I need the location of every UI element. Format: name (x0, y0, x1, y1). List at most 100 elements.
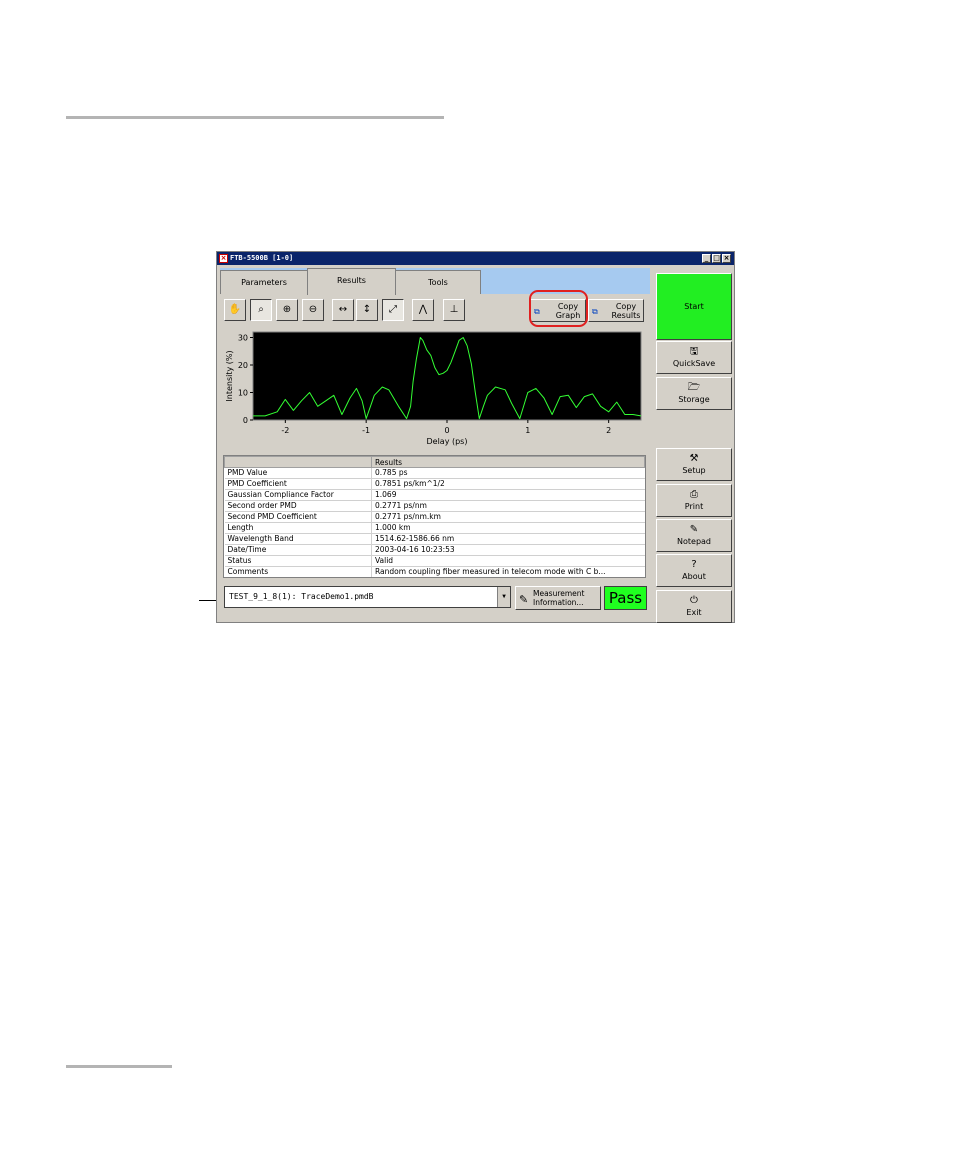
tools-icon: ⚒ (689, 453, 699, 464)
zoom-both-icon: ⤢ (389, 304, 397, 315)
bottom-panel: TEST_9_1_8(1): TraceDemo1.pmdB ▼ ✎ Measu… (221, 582, 647, 616)
about-label: About (682, 572, 706, 581)
plot-area (252, 331, 642, 421)
print-label: Print (684, 502, 704, 511)
table-row[interactable]: Second order PMD 0.2771 ps/nm (224, 500, 645, 512)
results-header-value: Results (371, 456, 645, 468)
zoom-in-tool[interactable]: ⊕ (276, 299, 298, 321)
table-row[interactable]: PMD Value 0.785 ps (224, 467, 645, 479)
about-icon: ? (691, 559, 697, 570)
result-value: 0.2771 ps/nm.km (371, 511, 645, 523)
x-axis-label: Delay (ps) (427, 437, 468, 446)
setup-label: Setup (682, 466, 706, 475)
full-view-icon: ⋀ (418, 304, 428, 315)
status-badge: Pass (604, 586, 647, 610)
result-label: Length (224, 522, 372, 534)
maximize-button[interactable]: □ (712, 254, 721, 263)
table-row[interactable]: Comments Random coupling fiber measured i… (224, 566, 645, 577)
copy-results-button[interactable]: ⧉ Copy Results (588, 299, 644, 322)
result-label: Date/Time (224, 544, 372, 556)
results-table: Results PMD Value 0.785 ps PMD Coefficient… (223, 455, 646, 578)
y-tick-label: 10 (238, 389, 248, 398)
start-button[interactable]: Start (656, 273, 732, 340)
copy-graph-highlight (529, 290, 588, 327)
y-tick-label: 30 (238, 334, 248, 343)
zoom-horizontal-tool[interactable]: ↔ (332, 299, 354, 321)
x-tick-label: -2 (281, 426, 289, 435)
setup-button[interactable]: ⚒ Setup (656, 448, 732, 481)
notepad-button[interactable]: ✎ Notepad (656, 519, 732, 552)
storage-label: Storage (678, 395, 710, 404)
exit-button[interactable]: ⏻ Exit (656, 590, 732, 623)
table-row[interactable]: Date/Time 2003-04-16 10:23:53 (224, 544, 645, 556)
close-button[interactable]: × (722, 254, 731, 263)
x-tick-label: 0 (444, 426, 449, 435)
zoom-area-tool[interactable]: ⌕ (250, 299, 272, 321)
table-row[interactable]: Status Valid (224, 555, 645, 567)
trace-select-value: TEST_9_1_8(1): TraceDemo1.pmdB (229, 592, 374, 601)
measurement-info-label-1: Measurement (533, 589, 585, 598)
tab-tools[interactable]: Tools (395, 270, 481, 294)
app-window: × FTB-5500B [1-0] _ □ × Parameters Resul… (216, 251, 735, 623)
delay-intensity-chart[interactable]: -2 -1 0 1 20102030Delay (ps)Intensity (%) (222, 330, 646, 456)
exit-label: Exit (686, 608, 702, 617)
result-value: 0.785 ps (371, 467, 645, 479)
marker-tool[interactable]: ⊥ (443, 299, 465, 321)
copy-results-label-1: Copy (615, 302, 637, 311)
header-rule (66, 116, 444, 119)
y-axis-label: Intensity (%) (225, 350, 234, 401)
result-value: 0.2771 ps/nm (371, 500, 645, 512)
app-icon: × (219, 254, 228, 263)
tab-results[interactable]: Results (307, 268, 396, 295)
print-button[interactable]: ⎙ Print (656, 484, 732, 517)
table-row[interactable]: Second PMD Coefficient 0.2771 ps/nm.km (224, 511, 645, 523)
magnifier-area-icon: ⌕ (258, 304, 264, 315)
result-value: Random coupling fiber measured in teleco… (371, 566, 645, 577)
result-value: 1.069 (371, 489, 645, 501)
window-title: FTB-5500B [1-0] (230, 254, 294, 262)
full-view-tool[interactable]: ⋀ (412, 299, 434, 321)
pan-tool[interactable]: ✋ (224, 299, 246, 321)
result-value: 2003-04-16 10:23:53 (371, 544, 645, 556)
zoom-both-tool[interactable]: ⤢ (382, 299, 404, 321)
title-bar: × FTB-5500B [1-0] _ □ × (217, 252, 734, 265)
quicksave-label: QuickSave (672, 359, 716, 368)
copy-results-label-2: Results (611, 311, 641, 320)
zoom-vertical-tool[interactable]: ↕ (356, 299, 378, 321)
hand-icon: ✋ (228, 304, 242, 315)
notepad-icon: ✎ (689, 524, 699, 535)
storage-button[interactable]: 🗁 Storage (656, 377, 732, 410)
results-header-row: Results (224, 456, 645, 468)
result-value: 1.000 km (371, 522, 645, 534)
result-label: Gaussian Compliance Factor (224, 489, 372, 501)
result-value: 0.7851 ps/km^1/2 (371, 478, 645, 490)
measurement-information-button[interactable]: ✎ Measurement Information... (515, 586, 601, 610)
quicksave-button[interactable]: 🖫 QuickSave (656, 341, 732, 374)
zoom-out-icon: ⊖ (308, 304, 318, 315)
table-row[interactable]: Wavelength Band 1514.62-1586.66 nm (224, 533, 645, 545)
trace-select[interactable]: TEST_9_1_8(1): TraceDemo1.pmdB ▼ (224, 586, 511, 608)
result-label: Second PMD Coefficient (224, 511, 372, 523)
copy-icon: ⧉ (592, 307, 598, 316)
zoom-out-tool[interactable]: ⊖ (302, 299, 324, 321)
chevron-down-icon[interactable]: ▼ (497, 587, 510, 607)
x-tick-label: 1 (525, 426, 530, 435)
minimize-button[interactable]: _ (702, 254, 711, 263)
table-row[interactable]: Length 1.000 km (224, 522, 645, 534)
measurement-info-label-2: Information... (533, 598, 584, 607)
side-panel: Start 🖫 QuickSave 🗁 Storage ⚒ Setup ⎙ Print ✎ Not… (650, 266, 734, 623)
y-tick-label: 20 (238, 361, 248, 370)
tab-parameters[interactable]: Parameters (220, 270, 308, 294)
result-label: Comments (224, 566, 372, 577)
zoom-horizontal-icon: ↔ (338, 304, 348, 315)
floppy-disk-icon: 🖫 (689, 346, 699, 357)
table-row[interactable]: PMD Coefficient 0.7851 ps/km^1/2 (224, 478, 645, 490)
about-button[interactable]: ? About (656, 554, 732, 587)
result-label: Second order PMD (224, 500, 372, 512)
table-row[interactable]: Gaussian Compliance Factor 1.069 (224, 489, 645, 501)
pencil-icon: ✎ (519, 593, 529, 606)
result-value: 1514.62-1586.66 nm (371, 533, 645, 545)
folder-icon: 🗁 (687, 382, 701, 393)
result-label: PMD Coefficient (224, 478, 372, 490)
zoom-vertical-icon: ↕ (362, 304, 372, 315)
